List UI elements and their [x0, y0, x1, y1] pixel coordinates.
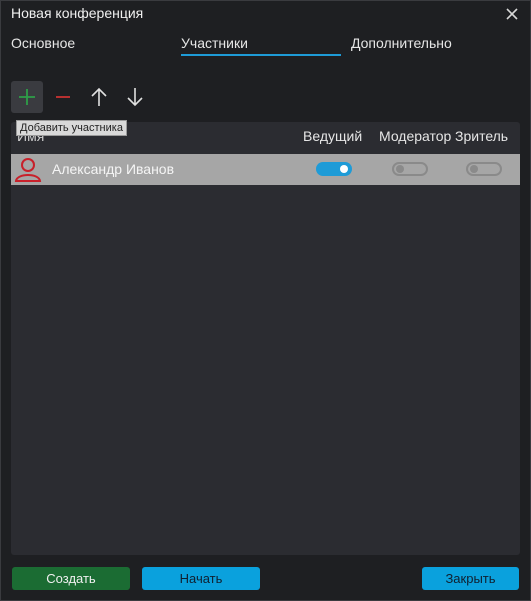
create-button[interactable]: Создать	[12, 567, 130, 590]
active-tab-indicator	[181, 54, 341, 56]
moderator-toggle[interactable]	[392, 162, 428, 176]
viewer-toggle[interactable]	[466, 162, 502, 176]
toggle-knob	[470, 165, 478, 173]
arrow-up-icon	[91, 87, 107, 106]
close-button[interactable]: Закрыть	[422, 567, 519, 590]
close-icon	[506, 8, 518, 20]
table-row[interactable]: Александр Иванов	[11, 154, 520, 185]
tab-bar: Основное Участники Дополнительно	[1, 35, 530, 59]
add-participant-tooltip: Добавить участника	[16, 120, 127, 136]
participants-table: Имя Ведущий Модератор Зритель Александр …	[11, 122, 520, 555]
participant-name: Александр Иванов	[52, 161, 175, 177]
window-title: Новая конференция	[11, 5, 144, 21]
plus-icon	[19, 89, 35, 105]
tab-advanced[interactable]: Дополнительно	[351, 35, 452, 51]
user-icon	[14, 158, 42, 182]
dialog-window: Новая конференция Основное Участники Доп…	[0, 0, 531, 601]
column-header-host[interactable]: Ведущий	[303, 128, 362, 144]
close-window-button[interactable]	[502, 4, 522, 24]
toggle-knob	[340, 165, 348, 173]
start-button[interactable]: Начать	[142, 567, 260, 590]
tab-participants[interactable]: Участники	[181, 35, 341, 51]
column-header-viewer[interactable]: Зритель	[455, 128, 508, 144]
host-toggle[interactable]	[316, 162, 352, 176]
arrow-down-icon	[127, 88, 143, 107]
tab-general[interactable]: Основное	[11, 35, 75, 51]
add-participant-button[interactable]	[11, 81, 43, 113]
toggle-knob	[396, 165, 404, 173]
column-header-moderator[interactable]: Модератор	[379, 128, 451, 144]
move-up-button[interactable]	[83, 81, 115, 113]
minus-icon	[56, 96, 70, 98]
move-down-button[interactable]	[119, 81, 151, 113]
remove-participant-button[interactable]	[47, 81, 79, 113]
